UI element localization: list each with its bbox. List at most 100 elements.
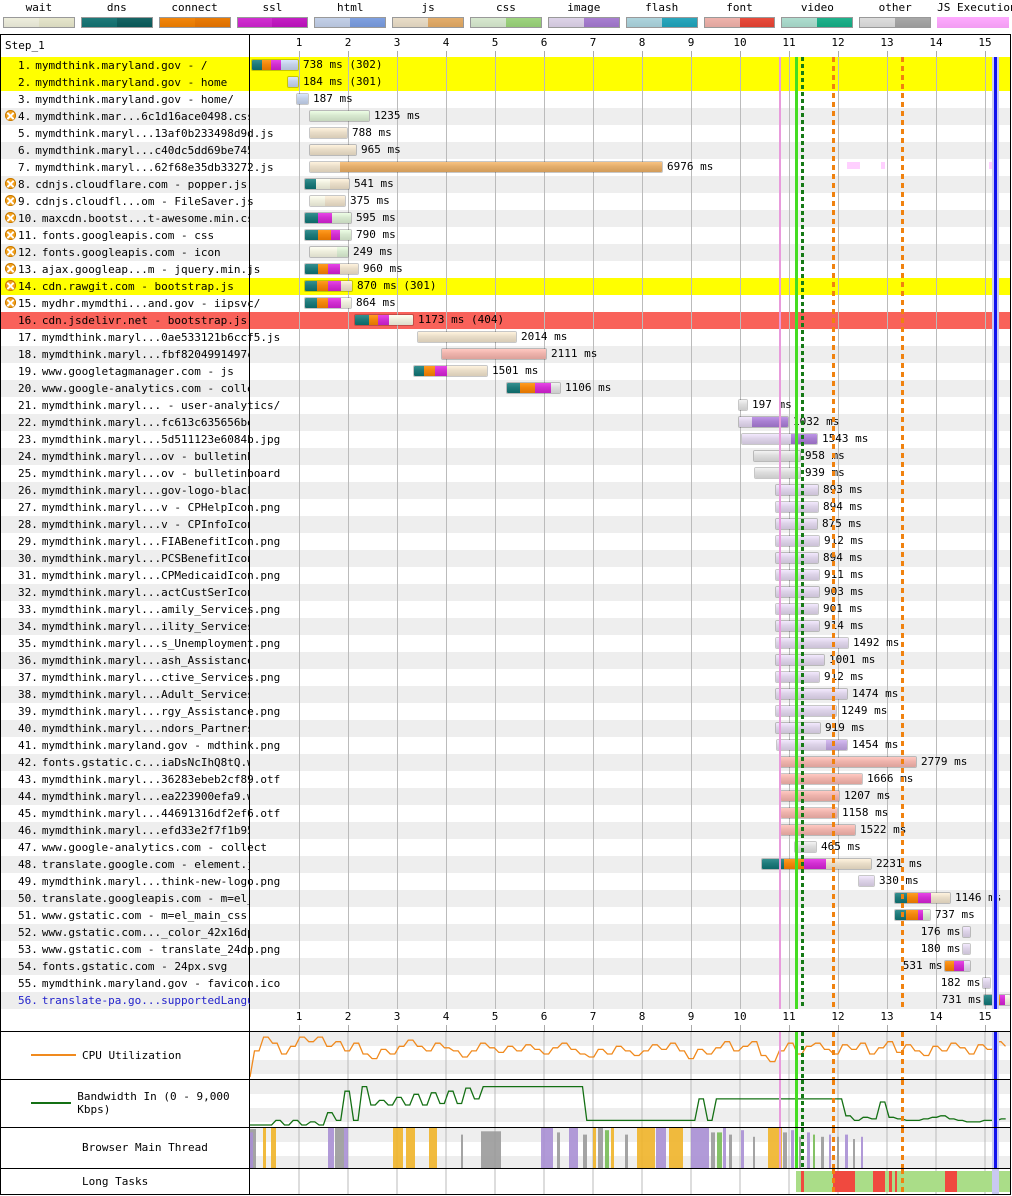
request-label-row[interactable]: 50. translate.googleapis.com - m=el_main <box>1 890 280 907</box>
request-bar[interactable] <box>441 348 547 360</box>
request-label-row[interactable]: 52. www.gstatic.com..._color_42x16dp.png <box>1 924 280 941</box>
request-bar[interactable] <box>304 263 359 275</box>
request-label-row[interactable]: 28. mymdthink.maryl...v - CPInfoIcon.png <box>1 516 280 533</box>
waterfall-row[interactable]: 2231 ms <box>250 856 1010 873</box>
waterfall-row[interactable]: 184 ms (301) <box>250 74 1010 91</box>
request-bar[interactable] <box>775 722 821 734</box>
request-label-row[interactable]: 33. mymdthink.maryl...amily_Services.png <box>1 601 280 618</box>
request-label-row[interactable]: 10. maxcdn.bootst...t-awesome.min.css <box>1 210 260 227</box>
request-label-row[interactable]: 11. fonts.googleapis.com - css <box>1 227 249 244</box>
request-bar[interactable] <box>738 399 748 411</box>
request-bar[interactable] <box>775 671 820 683</box>
waterfall-row[interactable]: 1106 ms <box>250 380 1010 397</box>
waterfall-row[interactable]: 465 ms <box>250 839 1010 856</box>
request-label-row[interactable]: 7. mymdthink.maryl...62f68e35db33272.js <box>1 159 274 176</box>
waterfall-row[interactable]: 330 ms <box>250 873 1010 890</box>
waterfall-row[interactable]: 187 ms <box>250 91 1010 108</box>
request-bar[interactable] <box>753 450 801 462</box>
request-label-row[interactable]: 20. www.google-analytics.com - collect <box>1 380 267 397</box>
request-bar[interactable] <box>304 178 350 190</box>
request-bar[interactable] <box>309 144 357 156</box>
request-bar[interactable] <box>754 467 801 479</box>
request-bar[interactable] <box>738 416 789 428</box>
request-bar[interactable] <box>779 756 917 768</box>
request-bar[interactable] <box>309 161 663 173</box>
request-label-row[interactable]: 3. mymdthink.maryland.gov - home/ <box>1 91 249 108</box>
request-label-row[interactable]: 22. mymdthink.maryl...fc613c635656be.jpg <box>1 414 280 431</box>
waterfall-row[interactable]: 249 ms <box>250 244 1010 261</box>
waterfall-row[interactable]: 531 ms <box>250 958 1010 975</box>
request-label-row[interactable]: 56. translate-pa.go...supportedLanguages <box>1 992 280 1009</box>
request-label-row[interactable]: 21. mymdthink.maryl... - user-analytics/ <box>1 397 280 414</box>
request-bar[interactable] <box>775 518 818 530</box>
request-bar[interactable] <box>251 59 299 71</box>
request-label-row[interactable]: 8. cdnjs.cloudflare.com - popper.js <box>1 176 249 193</box>
waterfall-row[interactable]: 1235 ms <box>250 108 1010 125</box>
waterfall-row[interactable]: 176 ms <box>250 924 1010 941</box>
request-bar[interactable] <box>775 501 819 513</box>
waterfall-row[interactable]: 914 ms <box>250 618 1010 635</box>
waterfall-row[interactable]: 2014 ms <box>250 329 1010 346</box>
request-label-row[interactable]: 18. mymdthink.maryl...fbf8204991497c.otf <box>1 346 280 363</box>
request-bar[interactable] <box>775 586 820 598</box>
waterfall-row[interactable]: 1492 ms <box>250 635 1010 652</box>
waterfall-row[interactable]: 911 ms <box>250 567 1010 584</box>
request-bar[interactable] <box>296 93 309 105</box>
request-label-row[interactable]: 16. cdn.jsdelivr.net - bootstrap.js <box>1 312 249 329</box>
waterfall-row[interactable]: 893 ms <box>250 482 1010 499</box>
request-bar[interactable] <box>858 875 875 887</box>
request-label-row[interactable]: 34. mymdthink.maryl...ility_Services.png <box>1 618 280 635</box>
request-label-row[interactable]: 24. mymdthink.maryl...ov - bulletinboard <box>1 448 280 465</box>
request-label-row[interactable]: 48. translate.google.com - element.js <box>1 856 260 873</box>
request-bar[interactable] <box>983 994 1011 1006</box>
request-label-row[interactable]: 46. mymdthink.maryl...efd33e2f7f1b95.otf <box>1 822 280 839</box>
waterfall-row[interactable]: 1474 ms <box>250 686 1010 703</box>
waterfall-row[interactable]: 790 ms <box>250 227 1010 244</box>
request-bar[interactable] <box>304 212 352 224</box>
waterfall-row[interactable]: 375 ms <box>250 193 1010 210</box>
waterfall-row[interactable]: 901 ms <box>250 601 1010 618</box>
request-bar[interactable] <box>309 195 346 207</box>
request-bar[interactable] <box>775 620 820 632</box>
request-bar[interactable] <box>413 365 488 377</box>
request-bar[interactable] <box>775 484 819 496</box>
request-label-row[interactable]: 25. mymdthink.maryl...ov - bulletinboard <box>1 465 280 482</box>
request-label-row[interactable]: 5. mymdthink.maryl...13af0b233498d9d.js <box>1 125 274 142</box>
waterfall-row[interactable]: 1001 ms <box>250 652 1010 669</box>
request-bar[interactable] <box>506 382 561 394</box>
waterfall-row[interactable]: 1146 ms <box>250 890 1010 907</box>
request-bar[interactable] <box>761 858 872 870</box>
request-bar[interactable] <box>775 569 820 581</box>
waterfall-row[interactable]: 1173 ms (404) <box>250 312 1010 329</box>
waterfall-row[interactable]: 6976 ms <box>250 159 1010 176</box>
waterfall-row[interactable]: 1454 ms <box>250 737 1010 754</box>
request-bar[interactable] <box>775 552 819 564</box>
request-bar[interactable] <box>304 229 352 241</box>
request-label-row[interactable]: 12. fonts.googleapis.com - icon <box>1 244 249 261</box>
request-label-row[interactable]: 27. mymdthink.maryl...v - CPHelpIcon.png <box>1 499 280 516</box>
request-label-row[interactable]: 51. www.gstatic.com - m=el_main_css <box>1 907 249 924</box>
request-bar[interactable] <box>962 943 971 955</box>
request-bar[interactable] <box>944 960 971 972</box>
request-bar[interactable] <box>962 926 971 938</box>
request-label-row[interactable]: 49. mymdthink.maryl...think-new-logo.png <box>1 873 280 890</box>
request-label-row[interactable]: 2. mymdthink.maryland.gov - home <box>1 74 249 91</box>
request-label-row[interactable]: 44. mymdthink.maryl...ea223900efa9.woff2 <box>1 788 280 805</box>
waterfall-row[interactable]: 903 ms <box>250 584 1010 601</box>
waterfall-row[interactable]: 960 ms <box>250 261 1010 278</box>
request-bar[interactable] <box>741 433 818 445</box>
request-label-row[interactable]: 45. mymdthink.maryl...44691316df2ef6.otf <box>1 805 280 822</box>
request-bar[interactable] <box>354 314 414 326</box>
request-label-row[interactable]: 35. mymdthink.maryl...s_Unemployment.png <box>1 635 280 652</box>
waterfall-row[interactable]: 939 ms <box>250 465 1010 482</box>
waterfall-row[interactable]: 894 ms <box>250 499 1010 516</box>
waterfall-row[interactable]: 738 ms (302) <box>250 57 1010 74</box>
request-bar[interactable] <box>894 909 931 921</box>
waterfall-row[interactable]: 595 ms <box>250 210 1010 227</box>
waterfall-row[interactable]: 1501 ms <box>250 363 1010 380</box>
request-bar[interactable] <box>776 739 848 751</box>
waterfall-row[interactable]: 731 ms <box>250 992 1011 1009</box>
waterfall-row[interactable]: 1158 ms <box>250 805 1010 822</box>
request-bar[interactable] <box>780 807 838 819</box>
request-label-row[interactable]: 6. mymdthink.maryl...c40dc5dd69be745.js <box>1 142 274 159</box>
